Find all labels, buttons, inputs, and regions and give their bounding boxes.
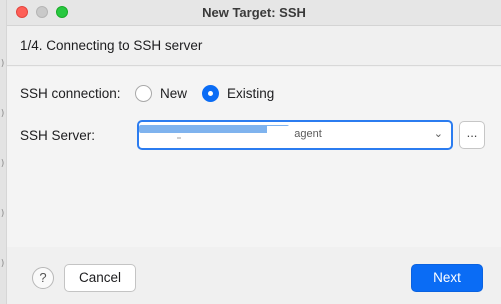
ssh-server-label: SSH Server: xyxy=(20,128,96,143)
redaction-dot xyxy=(177,137,181,139)
help-icon[interactable]: ? xyxy=(32,267,54,289)
radio-existing[interactable] xyxy=(202,85,219,102)
title-bar: New Target: SSH xyxy=(7,0,501,26)
window-title: New Target: SSH xyxy=(202,5,306,20)
footer: ? Cancel Next xyxy=(7,247,501,304)
cancel-button[interactable]: Cancel xyxy=(64,264,136,292)
redaction-cover xyxy=(267,126,291,146)
radio-existing-label[interactable]: Existing xyxy=(227,86,274,101)
radio-new[interactable] xyxy=(135,85,152,102)
browse-ssh-server-button[interactable]: ... xyxy=(459,121,485,149)
step-title: 1/4. Connecting to SSH server xyxy=(20,38,203,53)
next-button[interactable]: Next xyxy=(411,264,483,292)
dialog-window: New Target: SSH 1/4. Connecting to SSH s… xyxy=(7,0,501,304)
chevron-down-icon[interactable]: ⌄ xyxy=(434,127,443,140)
ssh-server-select[interactable]: 03 agent ⌄ xyxy=(137,120,453,150)
step-header: 1/4. Connecting to SSH server xyxy=(7,26,501,66)
radio-new-label[interactable]: New xyxy=(160,86,187,101)
background-window-edge: ))))) xyxy=(0,0,7,304)
ssh-connection-label: SSH connection: xyxy=(20,86,121,101)
